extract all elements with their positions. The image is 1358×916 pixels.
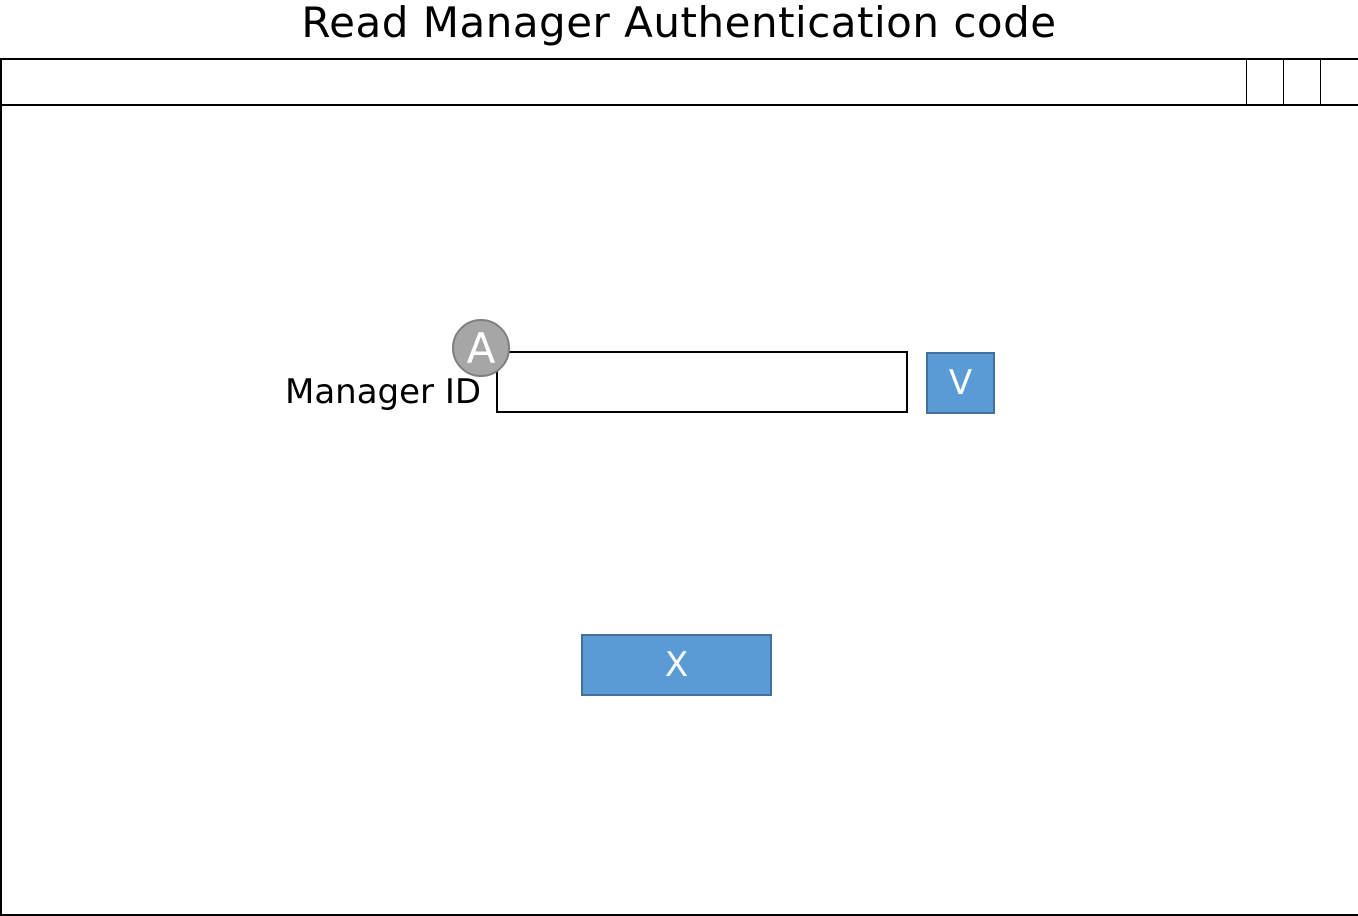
verify-button[interactable]: V: [926, 352, 995, 414]
window-titlebar: [2, 60, 1358, 106]
maximize-button[interactable]: [1283, 60, 1319, 104]
app-window: [0, 58, 1358, 916]
page-title: Read Manager Authentication code: [301, 0, 1057, 47]
manager-id-input[interactable]: [496, 351, 908, 413]
manager-id-label: Manager ID: [285, 372, 482, 412]
close-button[interactable]: X: [581, 634, 772, 696]
minimize-button[interactable]: [1246, 60, 1282, 104]
annotation-marker: A: [452, 319, 510, 377]
close-window-button[interactable]: [1320, 60, 1356, 104]
